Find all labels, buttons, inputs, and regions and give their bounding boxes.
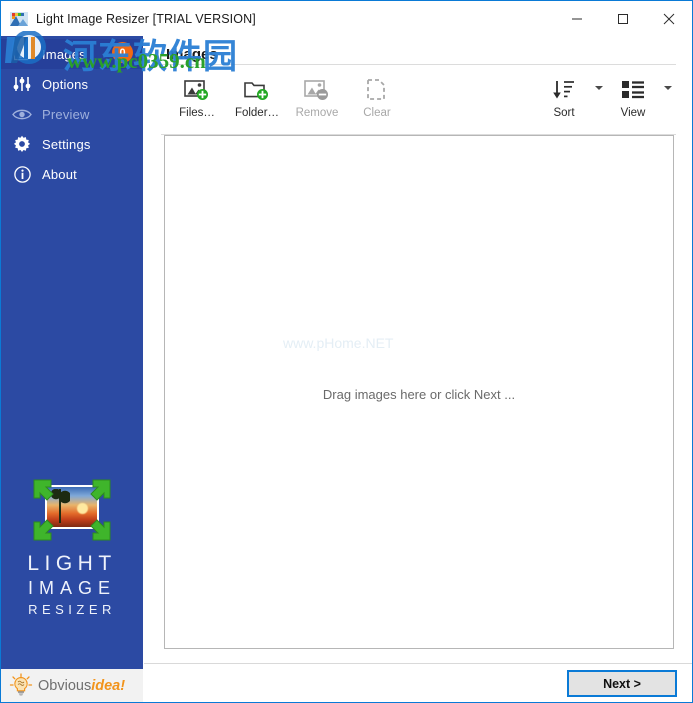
toolbar-label: Folder… [234,107,280,119]
view-button[interactable]: View [603,69,663,119]
toolbar-left-group: Files… Folder… Remove Clear [167,69,407,119]
footer-divider [144,663,692,664]
sidebar-item-label: Images [42,46,86,62]
sort-control[interactable]: Sort [534,69,603,119]
chevron-down-icon[interactable] [664,86,672,90]
add-folder-icon [244,74,270,105]
gear-icon [11,133,33,155]
toolbar-right-group: Sort View [534,69,672,119]
sidebar-item-options[interactable]: Options [1,69,143,99]
sidebar-item-preview[interactable]: Preview [1,99,143,129]
sort-button[interactable]: Sort [534,69,594,119]
sliders-icon [11,73,33,95]
image-drop-area[interactable]: Drag images here or click Next ... [164,135,674,649]
add-image-icon [184,74,210,105]
logo-line-2: IMAGE [27,578,116,598]
info-icon [11,163,33,185]
window-title: Light Image Resizer [TRIAL VERSION] [36,11,256,26]
add-folder-button[interactable]: Folder… [227,69,287,119]
clear-button[interactable]: Clear [347,69,407,119]
toolbar-label: View [620,107,646,119]
application-window: Light Image Resizer [TRIAL VERSION] Imag… [0,0,693,703]
sidebar-item-label: About [42,166,77,182]
page-title: Images [166,46,218,63]
light-image-resizer-logo [28,476,116,544]
sidebar-item-label: Options [42,76,89,92]
sidebar-item-about[interactable]: About [1,159,143,189]
add-files-button[interactable]: Files… [167,69,227,119]
window-controls [554,1,692,36]
toolbar-label: Clear [363,107,391,119]
logo-arrows [33,479,111,541]
sidebar-item-label: Preview [42,106,90,122]
sort-icon [552,74,576,105]
images-count-badge: 0 [112,42,133,63]
brand-idea: idea! [91,677,126,694]
sidebar: Images 0 Options Preview Settings About … [1,36,143,669]
obviousidea-wordmark: Obviousidea! [38,678,125,694]
toolbar-label: Sort [553,107,575,119]
toolbar-label: Files… [179,107,215,119]
maximize-button[interactable] [600,1,646,36]
logo-line-3: RESIZER [28,602,116,617]
sidebar-item-images[interactable]: Images 0 [1,39,143,69]
drop-area-message: Drag images here or click Next ... [322,387,516,402]
brand-obvious: Obvious [38,677,92,694]
sidebar-item-label: Settings [42,136,91,152]
product-logo: LIGHT IMAGE RESIZER [1,476,143,617]
logo-wordmark: LIGHT IMAGE RESIZER [27,552,116,617]
sidebar-item-settings[interactable]: Settings [1,129,143,159]
images-icon [11,43,33,65]
toolbar: Files… Folder… Remove Clear Sort View [161,65,676,134]
view-control[interactable]: View [603,69,672,119]
view-icon [621,74,645,105]
remove-image-icon [304,74,330,105]
app-icon [10,10,28,28]
remove-button[interactable]: Remove [287,69,347,119]
eye-icon [11,103,33,125]
clear-icon [364,74,390,105]
chevron-down-icon[interactable] [595,86,603,90]
title-bar: Light Image Resizer [TRIAL VERSION] [1,1,692,36]
next-button[interactable]: Next > [567,670,677,697]
obviousidea-branding[interactable]: Obviousidea! [1,669,143,702]
close-button[interactable] [646,1,692,36]
logo-line-1: LIGHT [27,552,117,575]
toolbar-label: Remove [295,107,339,119]
lightbulb-idea-icon [8,672,34,699]
minimize-button[interactable] [554,1,600,36]
